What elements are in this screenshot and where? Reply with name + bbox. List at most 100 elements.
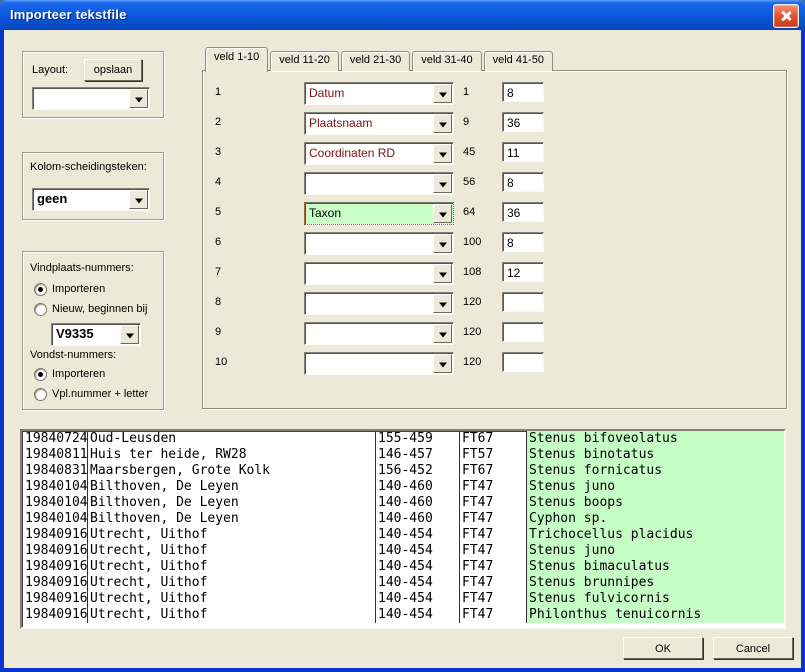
preview-cell-grid: FT47 (460, 527, 527, 543)
field-number: 1 (215, 86, 221, 98)
field-combo-dropdown[interactable] (433, 144, 452, 163)
preview-cell-date: 19840916 (22, 591, 88, 607)
width-input-3[interactable] (502, 142, 544, 162)
radio-new-starting-at-label: Nieuw, beginnen bij (52, 303, 147, 315)
column-separator-combo[interactable]: geen (32, 188, 150, 211)
field-number: 10 (215, 356, 227, 368)
tab-veld-41-50[interactable]: veld 41-50 (484, 51, 553, 71)
preview-cell-place: Bilthoven, De Leyen (88, 479, 376, 495)
radio-import-vindplaats[interactable]: Importeren (34, 282, 154, 295)
preview-cell-coords: 140-460 (376, 479, 460, 495)
radio-import-vondst[interactable]: Importeren (34, 367, 154, 380)
preview-cell-coords: 140-454 (376, 607, 460, 623)
field-combo-dropdown[interactable] (433, 84, 452, 103)
radio-new-starting-at[interactable]: Nieuw, beginnen bij (34, 302, 159, 315)
field-combo-dropdown[interactable] (433, 294, 452, 313)
field-combo-dropdown[interactable] (433, 114, 452, 133)
field-combo-dropdown[interactable] (433, 234, 452, 253)
width-input-5[interactable] (502, 202, 544, 222)
field-combo-6[interactable] (304, 232, 454, 255)
field-mapping-panel: 1 Datum 1 2 Plaatsnaam 9 3 Coordinaten R… (202, 70, 787, 409)
preview-cell-coords: 140-460 (376, 495, 460, 511)
column-separator-value: geen (37, 191, 67, 206)
radio-vpl-number-letter-label: Vpl.nummer + letter (52, 388, 148, 400)
field-row: 7 108 (203, 262, 786, 284)
field-combo-dropdown[interactable] (433, 354, 452, 373)
field-combo-2[interactable]: Plaatsnaam (304, 112, 454, 135)
radio-icon (34, 368, 47, 381)
chevron-down-icon (439, 212, 447, 217)
field-combo-3[interactable]: Coordinaten RD (304, 142, 454, 165)
width-input-6[interactable] (502, 232, 544, 252)
layout-combo[interactable] (32, 87, 150, 110)
column-separator-group: Kolom-scheidingsteken: geen (22, 152, 164, 220)
column-separator-dropdown[interactable] (129, 190, 148, 209)
preview-cell-taxon: Cyphon sp. (527, 511, 784, 527)
field-combo-5-taxon-highlighted[interactable]: Taxon (304, 202, 454, 225)
field-combo-4[interactable] (304, 172, 454, 195)
start-number-combo[interactable]: V9335 (51, 323, 141, 346)
titlebar[interactable]: Importeer tekstfile (0, 0, 805, 30)
start-number-dropdown[interactable] (120, 325, 139, 344)
width-input-9[interactable] (502, 322, 544, 342)
field-combo-1[interactable]: Datum (304, 82, 454, 105)
field-combo-7[interactable] (304, 262, 454, 285)
field-combo-9[interactable] (304, 322, 454, 345)
radio-import-vondst-label: Importeren (52, 368, 105, 380)
width-input-1[interactable] (502, 82, 544, 102)
tab-veld-31-40[interactable]: veld 31-40 (412, 51, 481, 71)
numbering-group: Vindplaats-nummers: Importeren Nieuw, be… (22, 251, 164, 410)
vondst-label: Vondst-nummers: (30, 349, 116, 361)
preview-cell-place: Utrecht, Uithof (88, 607, 376, 623)
start-position: 9 (463, 116, 469, 128)
width-input-4[interactable] (502, 172, 544, 192)
layout-combo-dropdown[interactable] (129, 89, 148, 108)
chevron-down-icon (439, 362, 447, 367)
ok-button[interactable]: OK (623, 637, 703, 659)
field-combo-value: Coordinaten RD (309, 146, 395, 160)
chevron-down-icon (439, 242, 447, 247)
preview-cell-coords: 156-452 (376, 463, 460, 479)
field-number: 9 (215, 326, 221, 338)
start-position: 56 (463, 176, 475, 188)
preview-cell-place: Oud-Leusden (88, 431, 376, 447)
preview-cell-taxon: Stenus brunnipes (527, 575, 784, 591)
preview-cell-place: Bilthoven, De Leyen (88, 511, 376, 527)
preview-cell-date: 19840916 (22, 559, 88, 575)
tab-veld-11-20[interactable]: veld 11-20 (270, 51, 339, 71)
vindplaats-label: Vindplaats-nummers: (30, 262, 134, 274)
preview-cell-coords: 140-454 (376, 543, 460, 559)
field-row: 2 Plaatsnaam 9 (203, 112, 786, 134)
preview-cell-taxon: Stenus juno (527, 543, 784, 559)
radio-vpl-number-letter[interactable]: Vpl.nummer + letter (34, 387, 159, 400)
save-layout-button[interactable]: opslaan (84, 59, 142, 81)
field-combo-dropdown[interactable] (433, 174, 452, 193)
field-combo-dropdown[interactable] (433, 324, 452, 343)
preview-cell-place: Utrecht, Uithof (88, 559, 376, 575)
tab-veld-1-10[interactable]: veld 1-10 (205, 47, 268, 72)
field-row: 6 100 (203, 232, 786, 254)
field-combo-dropdown[interactable] (433, 204, 452, 223)
width-input-8[interactable] (502, 292, 544, 312)
field-number: 2 (215, 116, 221, 128)
field-combo-8[interactable] (304, 292, 454, 315)
chevron-down-icon (135, 97, 143, 102)
window-title: Importeer tekstfile (10, 7, 127, 22)
width-input-2[interactable] (502, 112, 544, 132)
field-combo-10[interactable] (304, 352, 454, 375)
tab-veld-21-30[interactable]: veld 21-30 (341, 51, 410, 71)
field-combo-dropdown[interactable] (433, 264, 452, 283)
preview-cell-taxon: Stenus bifoveolatus (527, 431, 784, 447)
width-input-10[interactable] (502, 352, 544, 372)
cancel-button[interactable]: Cancel (713, 637, 793, 659)
start-position: 120 (463, 326, 481, 338)
preview-cell-place: Utrecht, Uithof (88, 591, 376, 607)
chevron-down-icon (439, 182, 447, 187)
chevron-down-icon (126, 333, 134, 338)
close-button[interactable] (773, 4, 799, 28)
preview-cell-taxon: Philonthus tenuicornis (527, 607, 784, 623)
preview-cell-date: 19840916 (22, 527, 88, 543)
preview-cell-date: 19840104 (22, 479, 88, 495)
layout-label: Layout: (32, 64, 68, 76)
width-input-7[interactable] (502, 262, 544, 282)
